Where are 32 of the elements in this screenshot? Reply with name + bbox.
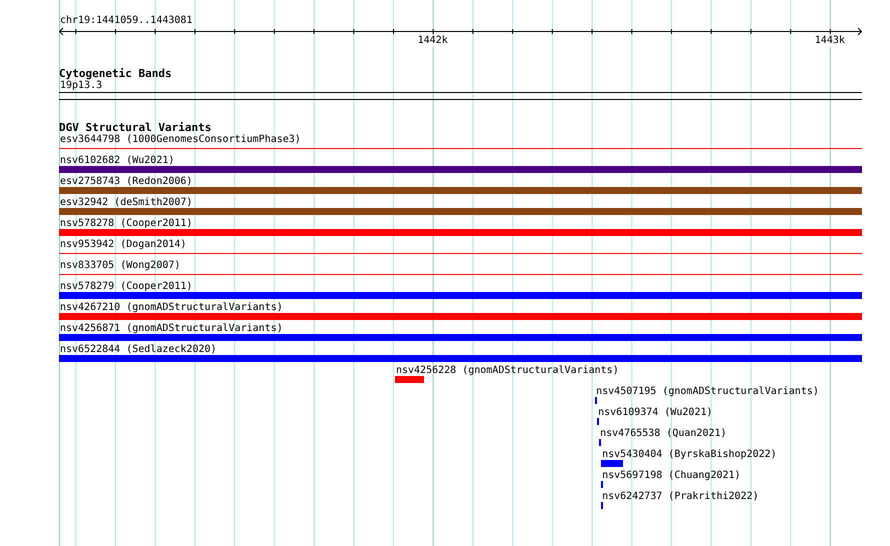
feature-label: nsv6522844 (Sedlazeck2020) [59, 344, 217, 355]
feature-bar[interactable] [599, 439, 602, 446]
feature-label: nsv6109374 (Wu2021) [597, 407, 712, 418]
feature-label: nsv953942 (Dogan2014) [59, 239, 186, 250]
tick-label: 1442k [418, 35, 448, 47]
feature-label: nsv5697198 (Chuang2021) [601, 470, 741, 481]
feature-line[interactable] [59, 274, 862, 275]
feature-bar[interactable] [597, 418, 600, 425]
feature-label: nsv4256871 (gnomADStructuralVariants) [59, 323, 283, 334]
cytoband-label: 19p13.3 [59, 80, 102, 91]
feature-label: nsv833705 (Wong2007) [59, 260, 180, 271]
feature-label: nsv4765538 (Quan2021) [599, 428, 727, 439]
feature-label: nsv4256228 (gnomADStructuralVariants) [394, 365, 619, 376]
feature-label: nsv4267210 (gnomADStructuralVariants) [59, 302, 283, 313]
feature-label: esv3644798 (1000GenomesConsortiumPhase3) [59, 134, 301, 145]
track-title: DGV Structural Variants [59, 121, 212, 134]
feature-line[interactable] [59, 148, 862, 149]
tick-label: 1443k [814, 35, 845, 47]
feature-bar[interactable] [601, 502, 604, 509]
feature-label: nsv6102682 (Wu2021) [59, 155, 174, 166]
feature-bar[interactable] [601, 481, 604, 488]
feature-label: esv2758743 (Redon2006) [59, 176, 192, 187]
feature-label: nsv4507195 (gnomADStructuralVariants) [595, 386, 819, 397]
location-label: chr19:1441059..1443081 [59, 15, 194, 27]
feature-line[interactable] [59, 253, 862, 254]
feature-label: nsv6242737 (Prakrithi2022) [601, 491, 759, 502]
feature-label: nsv578279 (Cooper2011) [59, 281, 192, 292]
track-title: Cytogenetic Bands [59, 68, 173, 80]
feature-label: esv32942 (deSmith2007) [59, 197, 192, 208]
feature-bar[interactable] [595, 397, 598, 404]
feature-label: nsv578278 (Cooper2011) [59, 218, 192, 229]
feature-label: nsv5430404 (ByrskaBishop2022) [601, 449, 777, 460]
